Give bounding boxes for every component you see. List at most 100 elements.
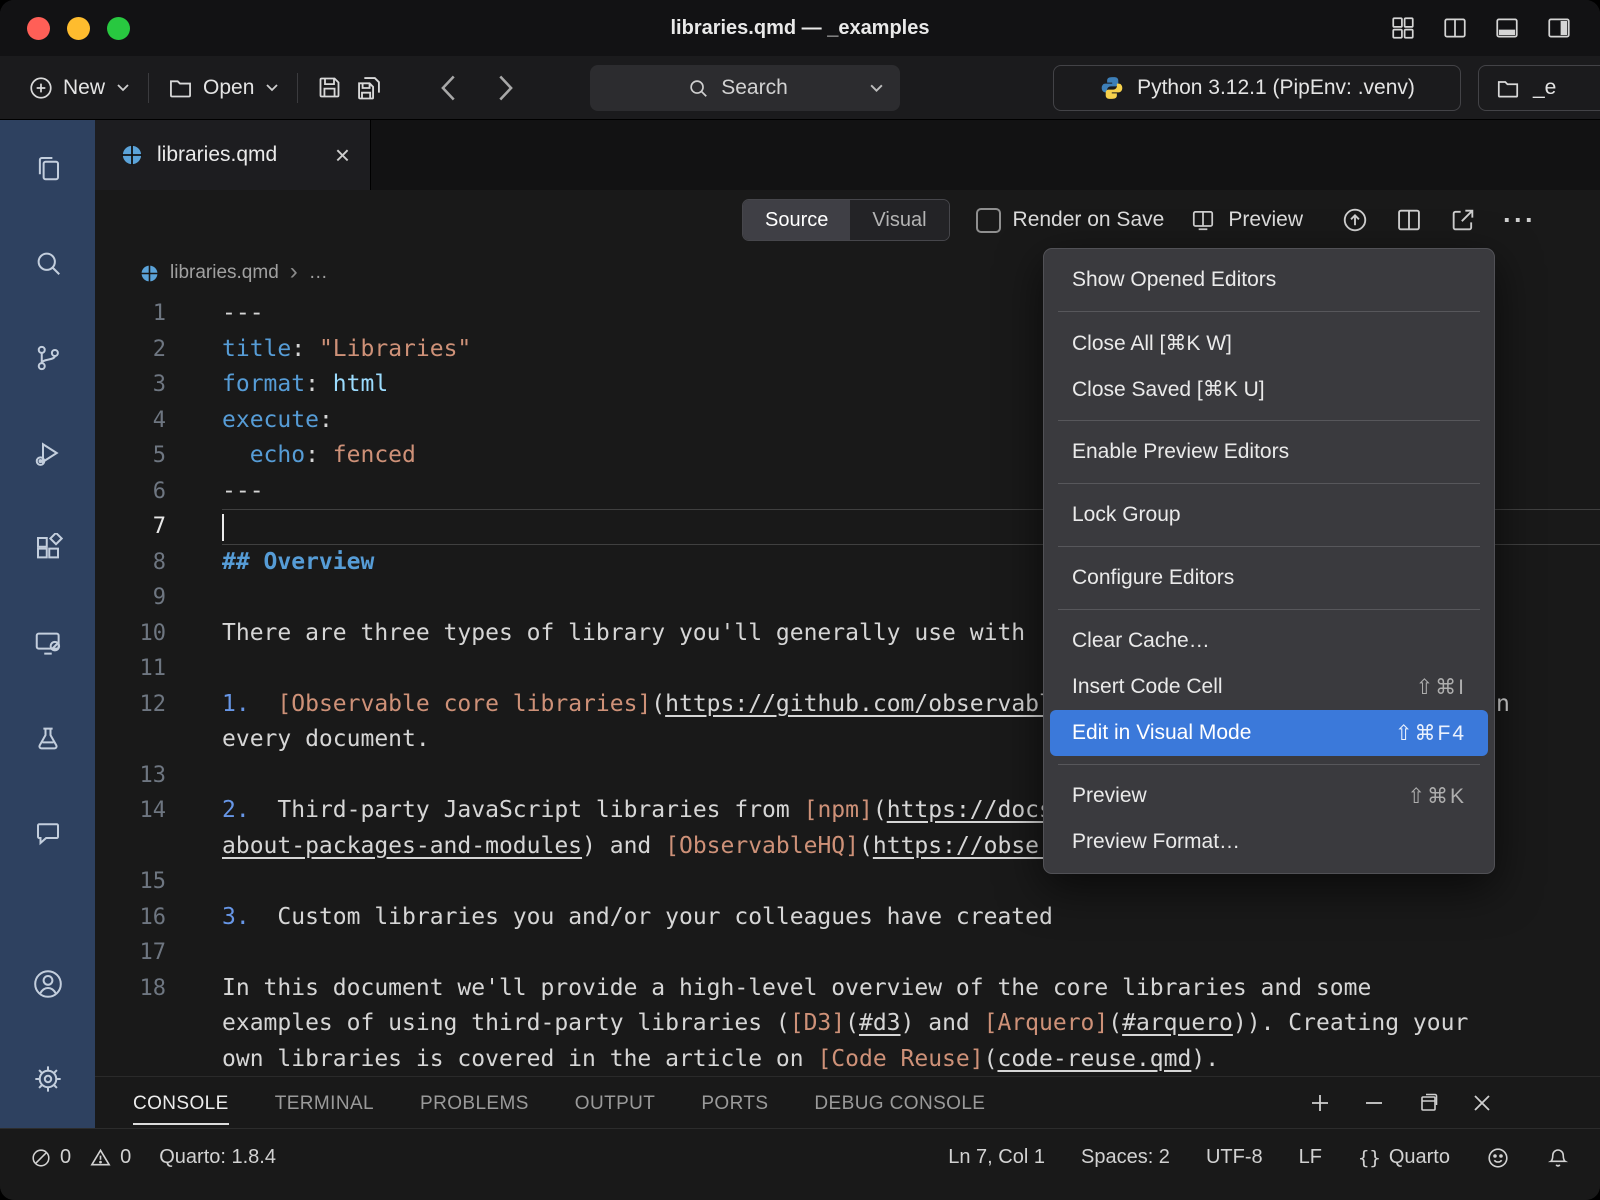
status-right: Ln 7, Col 1 Spaces: 2 UTF-8 LF {} Quarto bbox=[948, 1146, 1570, 1170]
line-number: 18 bbox=[95, 971, 222, 1007]
maximize-panel-icon[interactable] bbox=[1416, 1091, 1440, 1115]
toggle-sidebar-icon[interactable] bbox=[1546, 15, 1572, 41]
zoom-window-button[interactable] bbox=[107, 17, 130, 40]
close-tab-icon[interactable]: × bbox=[335, 142, 350, 168]
sidebar-item-explorer[interactable] bbox=[0, 120, 95, 215]
menu-item-shortcut: ⇧⌘F4 bbox=[1395, 721, 1466, 746]
panel-actions bbox=[1308, 1091, 1494, 1115]
code-token: 1. bbox=[222, 691, 250, 717]
cursor-position[interactable]: Ln 7, Col 1 bbox=[948, 1146, 1045, 1169]
code-text[interactable]: own libraries is covered in the article … bbox=[222, 1042, 1600, 1077]
panel-tab-output[interactable]: OUTPUT bbox=[575, 1081, 656, 1125]
breadcrumb-file[interactable]: libraries.qmd bbox=[170, 262, 279, 284]
menu-item-configure-editors[interactable]: Configure Editors bbox=[1050, 555, 1488, 601]
language-mode[interactable]: {} Quarto bbox=[1358, 1146, 1450, 1169]
code-row[interactable]: 163. Custom libraries you and/or your co… bbox=[95, 900, 1600, 936]
menu-separator bbox=[1058, 311, 1480, 312]
code-row[interactable]: 17 bbox=[95, 935, 1600, 971]
sidebar-item-extensions[interactable] bbox=[0, 500, 95, 595]
toolbar-divider bbox=[148, 73, 149, 103]
source-mode-button[interactable]: Source bbox=[743, 200, 850, 240]
menu-item-label: Close Saved [⌘K U] bbox=[1072, 377, 1265, 402]
menu-item-clear-cache[interactable]: Clear Cache… bbox=[1050, 618, 1488, 664]
sidebar-item-connections[interactable] bbox=[0, 595, 95, 690]
line-number: 2 bbox=[95, 332, 222, 368]
sidebar-item-search[interactable] bbox=[0, 215, 95, 310]
open-button[interactable]: Open bbox=[161, 74, 285, 101]
close-window-button[interactable] bbox=[27, 17, 50, 40]
breadcrumb-ellipsis[interactable]: … bbox=[309, 262, 328, 284]
panel-tab-terminal[interactable]: TERMINAL bbox=[275, 1081, 374, 1125]
menu-item-enable-preview-editors[interactable]: Enable Preview Editors bbox=[1050, 429, 1488, 475]
line-number: 5 bbox=[95, 438, 222, 474]
toggle-panel-icon[interactable] bbox=[1494, 15, 1520, 41]
preview-button[interactable]: Preview bbox=[1190, 207, 1303, 233]
code-row[interactable]: examples of using third-party libraries … bbox=[95, 1006, 1600, 1042]
back-icon[interactable] bbox=[437, 74, 459, 102]
search-input[interactable]: Search bbox=[590, 65, 900, 111]
code-text[interactable]: In this document we'll provide a high-le… bbox=[222, 971, 1600, 1007]
chevron-down-icon[interactable] bbox=[869, 83, 884, 93]
tab-libraries-qmd[interactable]: libraries.qmd × bbox=[95, 120, 371, 190]
menu-item-close-saved-k-u[interactable]: Close Saved [⌘K U] bbox=[1050, 366, 1488, 412]
forward-icon[interactable] bbox=[495, 74, 517, 102]
code-text[interactable] bbox=[222, 935, 1600, 971]
code-token: [npm] bbox=[804, 797, 873, 823]
render-arrow-up-circle-icon[interactable] bbox=[1341, 206, 1369, 234]
interpreter-selector[interactable]: Python 3.12.1 (PipEnv: .venv) bbox=[1053, 65, 1461, 111]
code-token: : bbox=[319, 407, 333, 433]
code-row[interactable]: own libraries is covered in the article … bbox=[95, 1042, 1600, 1077]
indentation[interactable]: Spaces: 2 bbox=[1081, 1146, 1170, 1169]
new-button[interactable]: New bbox=[22, 75, 136, 101]
account-icon[interactable] bbox=[0, 936, 95, 1031]
save-button[interactable] bbox=[310, 74, 349, 101]
code-row[interactable]: 18In this document we'll provide a high-… bbox=[95, 971, 1600, 1007]
split-columns-icon[interactable] bbox=[1442, 15, 1468, 41]
save-all-button[interactable] bbox=[349, 74, 389, 102]
menu-item-show-opened-editors[interactable]: Show Opened Editors bbox=[1050, 257, 1488, 303]
sidebar-item-source-control[interactable] bbox=[0, 310, 95, 405]
settings-gear-icon[interactable] bbox=[0, 1031, 95, 1126]
panel-tab-ports[interactable]: PORTS bbox=[701, 1081, 768, 1125]
minimize-window-button[interactable] bbox=[67, 17, 90, 40]
panel-tab-console[interactable]: CONSOLE bbox=[133, 1081, 229, 1125]
problems-indicator[interactable]: 0 0 bbox=[30, 1146, 131, 1169]
workspace-selector[interactable]: _e bbox=[1478, 65, 1600, 111]
new-console-plus-icon[interactable] bbox=[1308, 1091, 1332, 1115]
split-editor-icon[interactable] bbox=[1395, 206, 1423, 234]
sidebar-item-run-debug[interactable] bbox=[0, 405, 95, 500]
sidebar-item-testing[interactable] bbox=[0, 690, 95, 785]
line-number bbox=[95, 1006, 222, 1042]
panel-tab-debug-console[interactable]: DEBUG CONSOLE bbox=[814, 1081, 985, 1125]
more-actions-icon[interactable]: ··· bbox=[1503, 207, 1536, 234]
menu-item-preview[interactable]: Preview⇧⌘K bbox=[1050, 773, 1488, 819]
encoding[interactable]: UTF-8 bbox=[1206, 1146, 1263, 1169]
traffic-lights bbox=[27, 17, 130, 40]
visual-mode-button[interactable]: Visual bbox=[850, 200, 948, 240]
render-on-save-checkbox[interactable] bbox=[976, 208, 1001, 233]
menu-item-insert-code-cell[interactable]: Insert Code Cell⇧⌘I bbox=[1050, 664, 1488, 710]
sidebar-item-chat[interactable] bbox=[0, 785, 95, 880]
customize-layout-icon[interactable] bbox=[1390, 15, 1416, 41]
quarto-version[interactable]: Quarto: 1.8.4 bbox=[159, 1146, 276, 1169]
feedback-smiley-icon[interactable] bbox=[1486, 1146, 1510, 1170]
code-token bbox=[222, 442, 250, 468]
line-number: 12 bbox=[95, 687, 222, 723]
notifications-bell-icon[interactable] bbox=[1546, 1146, 1570, 1170]
toolbar-left-group: New Open bbox=[22, 56, 517, 119]
menu-item-preview-format[interactable]: Preview Format… bbox=[1050, 819, 1488, 865]
panel-tab-problems[interactable]: PROBLEMS bbox=[420, 1081, 529, 1125]
menu-item-close-all-k-w[interactable]: Close All [⌘K W] bbox=[1050, 320, 1488, 366]
minimize-panel-icon[interactable] bbox=[1362, 1091, 1386, 1115]
close-panel-icon[interactable] bbox=[1470, 1091, 1494, 1115]
menu-separator bbox=[1058, 546, 1480, 547]
code-text[interactable]: examples of using third-party libraries … bbox=[222, 1006, 1600, 1042]
plus-circle-icon bbox=[28, 75, 54, 101]
open-external-icon[interactable] bbox=[1449, 206, 1477, 234]
code-text[interactable]: 3. Custom libraries you and/or your coll… bbox=[222, 900, 1600, 936]
line-number: 9 bbox=[95, 580, 222, 616]
render-on-save-label: Render on Save bbox=[1013, 208, 1165, 232]
menu-item-edit-in-visual-mode[interactable]: Edit in Visual Mode⇧⌘F4 bbox=[1050, 710, 1488, 756]
menu-item-lock-group[interactable]: Lock Group bbox=[1050, 492, 1488, 538]
eol-selector[interactable]: LF bbox=[1299, 1146, 1322, 1169]
